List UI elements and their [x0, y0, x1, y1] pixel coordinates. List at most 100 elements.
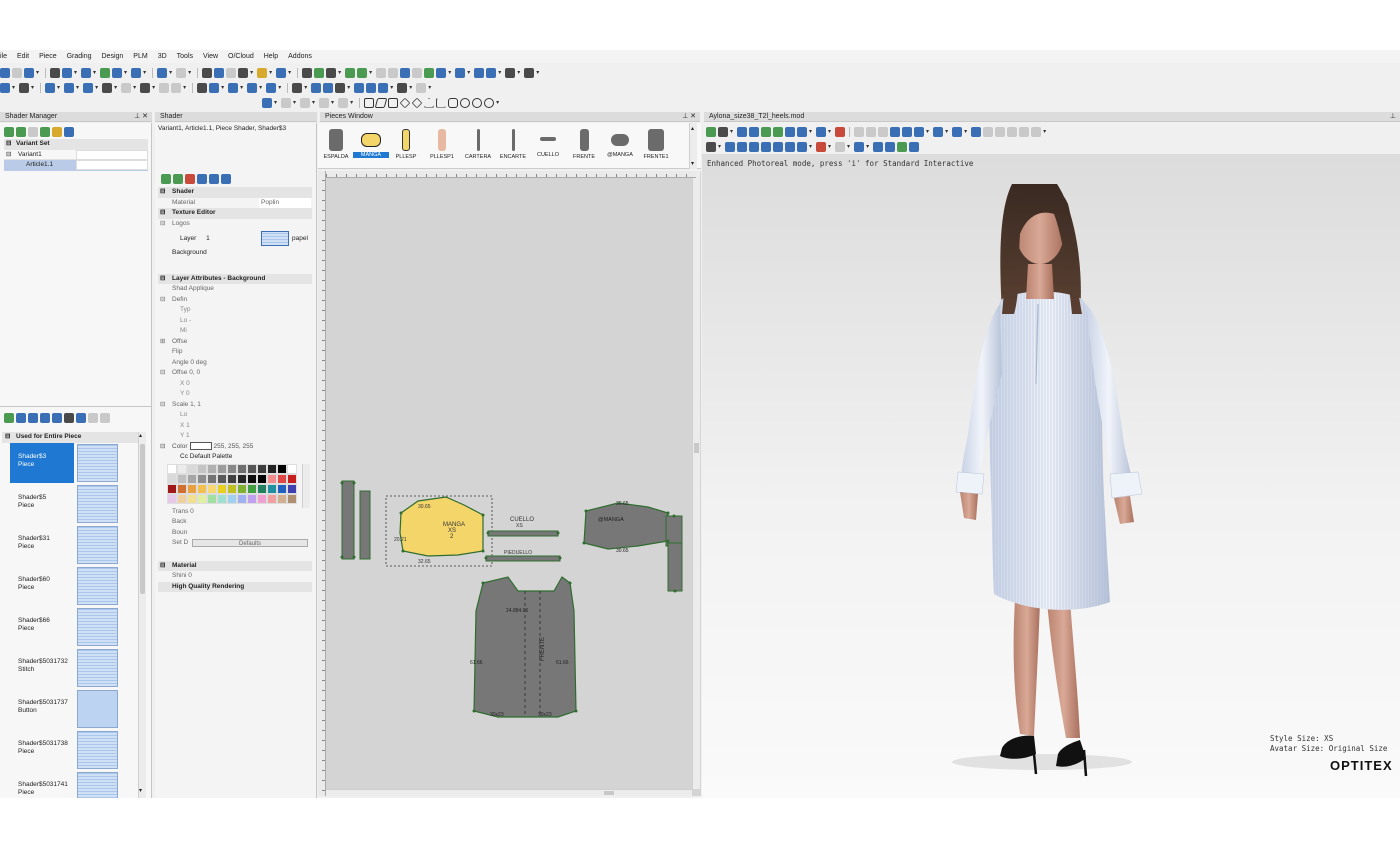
list-add-icon[interactable] [4, 412, 14, 423]
sync-icon[interactable] [323, 82, 334, 93]
pattern-layout[interactable]: MANGA XS 2 30.65 20.21 32.65 CUELLO XS P… [318, 171, 701, 796]
3d-b-icon[interactable] [995, 126, 1006, 137]
list-apply-icon[interactable] [40, 412, 50, 423]
curve-icon[interactable] [121, 82, 132, 93]
palette-color-swatch[interactable] [167, 494, 177, 504]
piece-thumb-frente1[interactable]: FRENTE1 [638, 127, 674, 165]
palette-color-swatch[interactable] [287, 464, 297, 474]
measure-icon[interactable] [302, 67, 313, 78]
grade-icon[interactable] [345, 67, 356, 78]
3d-light-icon[interactable] [909, 141, 920, 152]
shader-load-icon[interactable] [209, 173, 219, 184]
palette-color-swatch[interactable] [227, 494, 237, 504]
3d-tool-b-icon[interactable] [737, 141, 748, 152]
piece-thumb-at-manga[interactable]: @MANGA [602, 127, 638, 165]
prop-layer[interactable]: Layer 1 papel [158, 229, 312, 248]
palette-color-swatch[interactable] [167, 464, 177, 474]
shader-add-icon[interactable] [161, 173, 171, 184]
palette-color-swatch[interactable] [197, 484, 207, 494]
pattern-piece-encarte[interactable] [667, 542, 683, 592]
cut-icon[interactable] [202, 67, 213, 78]
palette-color-swatch[interactable] [267, 464, 277, 474]
3d-save-icon[interactable] [749, 126, 760, 137]
notch-icon[interactable] [388, 67, 399, 78]
3d-move-icon[interactable] [878, 126, 889, 137]
3d-camera-icon[interactable] [737, 126, 748, 137]
menu-addons[interactable]: Addons [283, 53, 317, 60]
polyline-icon[interactable] [300, 97, 311, 108]
3d-c-icon[interactable] [1007, 126, 1018, 137]
palette-color-swatch[interactable] [197, 494, 207, 504]
add-shader-icon[interactable] [4, 126, 14, 137]
pattern-piece-manga[interactable] [399, 496, 484, 557]
tool-icon[interactable] [257, 67, 268, 78]
prop-color[interactable]: ⊟ Color 255, 255, 255 [158, 441, 312, 453]
prop-material[interactable]: Material Poplin [158, 197, 312, 208]
shader-item[interactable]: Shader$31 Piece [10, 525, 138, 565]
chain-icon[interactable] [378, 82, 389, 93]
menu-file[interactable]: ile [0, 53, 12, 60]
menu-grading[interactable]: Grading [62, 53, 97, 60]
point-icon[interactable] [19, 82, 30, 93]
nest-icon[interactable] [357, 67, 368, 78]
section-layer-attributes[interactable]: ⊟ Layer Attributes - Background [158, 273, 312, 284]
palette-color-swatch[interactable] [207, 484, 217, 494]
drape-icon[interactable] [486, 67, 497, 78]
palette-color-swatch[interactable] [267, 484, 277, 494]
shader-copy-icon[interactable] [173, 173, 183, 184]
pattern-piece-at-manga[interactable] [583, 502, 669, 550]
seam-icon[interactable] [400, 67, 411, 78]
palette-color-swatch[interactable] [287, 474, 297, 484]
right-triangle-icon[interactable] [436, 97, 447, 108]
material-icon[interactable] [52, 126, 62, 137]
palette-color-swatch[interactable] [227, 464, 237, 474]
circle-shape-icon[interactable] [472, 97, 483, 108]
shader-item[interactable]: Shader$3 Piece [10, 443, 138, 483]
prop-scale-y[interactable]: Y 1 [158, 431, 312, 442]
prop-scale-lo[interactable]: Lo [158, 410, 312, 421]
palette-color-swatch[interactable] [217, 474, 227, 484]
prop-scale[interactable]: ⊟ Scale 1, 1 [158, 400, 312, 411]
palette-color-swatch[interactable] [187, 464, 197, 474]
palette-color-swatch[interactable] [207, 464, 217, 474]
3d-measure-icon[interactable] [952, 126, 963, 137]
palette-color-swatch[interactable] [167, 484, 177, 494]
palette-color-swatch[interactable] [277, 464, 287, 474]
palette-color-swatch[interactable] [177, 484, 187, 494]
palette-color-swatch[interactable] [237, 484, 247, 494]
canvas-hscrollbar[interactable] [318, 789, 692, 796]
dart-icon[interactable] [424, 67, 435, 78]
rectangle-icon[interactable] [388, 97, 399, 108]
palette-color-swatch[interactable] [167, 474, 177, 484]
hexagon-icon[interactable] [448, 97, 459, 108]
delete-icon[interactable] [197, 82, 208, 93]
section-texture-editor[interactable]: ⊟ Texture Editor [158, 208, 312, 219]
piece-thumb-cartera[interactable]: CARTERA [460, 127, 496, 165]
canvas-vscrollbar[interactable] [692, 171, 700, 789]
3d-hand-icon[interactable] [854, 126, 865, 137]
3d-front-icon[interactable] [914, 126, 925, 137]
shader-item[interactable]: Shader$5031741 Piece [10, 771, 138, 798]
3d-select-icon[interactable] [706, 141, 716, 152]
prop-trans[interactable]: Trans 0 [158, 507, 312, 518]
render-icon[interactable] [64, 126, 74, 137]
palette-color-swatch[interactable] [277, 474, 287, 484]
3d-tool-d-icon[interactable] [761, 141, 772, 152]
shader-item[interactable]: Shader$5031738 Piece [10, 730, 138, 770]
3d-d-icon[interactable] [1019, 126, 1030, 137]
3d-down-icon[interactable] [773, 126, 784, 137]
shader-list-scrollbar[interactable]: ▴ ▾ [138, 432, 146, 798]
3d-tool-g-icon[interactable] [797, 141, 808, 152]
palette-color-swatch[interactable] [217, 494, 227, 504]
palette-color-swatch[interactable] [197, 464, 207, 474]
ruler-icon[interactable] [326, 67, 337, 78]
excel-icon[interactable] [100, 67, 111, 78]
view3d-viewport[interactable]: Enhanced Photoreal mode, press 'i' for S… [702, 154, 1400, 798]
palette-color-swatch[interactable] [207, 494, 217, 504]
palette-color-swatch[interactable] [277, 494, 287, 504]
stitch-icon[interactable] [397, 82, 408, 93]
prop-back[interactable]: Back [158, 517, 312, 528]
material-value[interactable]: Poplin [259, 197, 311, 208]
remove-shader-icon[interactable] [28, 126, 38, 137]
zoom-icon[interactable] [131, 67, 142, 78]
